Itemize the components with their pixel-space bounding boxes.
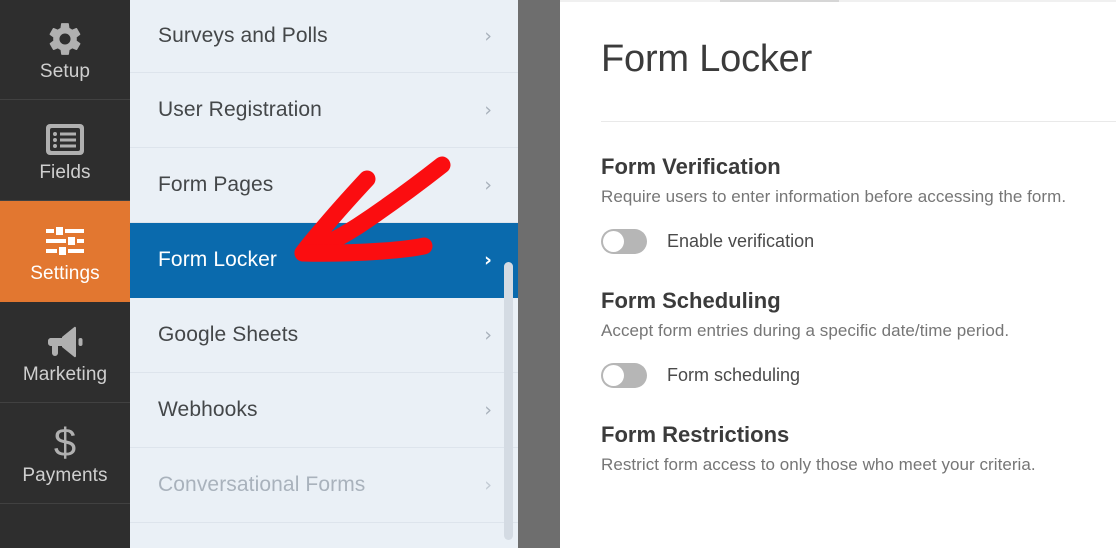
section-form-verification: Form Verification Require users to enter… <box>601 154 1116 254</box>
form-scheduling-row: Form scheduling <box>601 363 1116 388</box>
settings-item-form-pages[interactable]: Form Pages › <box>130 148 518 223</box>
chevron-right-icon: › <box>484 248 492 271</box>
content-top-border-highlight <box>720 0 839 2</box>
sliders-icon <box>44 220 86 262</box>
title-divider <box>601 121 1116 122</box>
sidebar-item-payments[interactable]: $ Payments <box>0 403 130 504</box>
sidebar-item-label: Marketing <box>22 363 108 385</box>
section-heading: Form Verification <box>601 154 781 179</box>
settings-item-webhooks[interactable]: Webhooks › <box>130 373 518 448</box>
scrollbar-thumb[interactable] <box>504 262 513 540</box>
toggle-knob <box>603 365 624 386</box>
settings-item-label: Google Sheets <box>158 323 299 346</box>
sidebar-item-settings[interactable]: Settings <box>0 201 130 302</box>
svg-text:$: $ <box>54 422 76 464</box>
megaphone-icon <box>45 321 85 363</box>
settings-panel-scrollbar[interactable] <box>504 0 513 548</box>
settings-nav-list: Surveys and Polls › User Registration › … <box>130 0 518 548</box>
enable-verification-toggle[interactable] <box>601 229 647 254</box>
chevron-right-icon: › <box>484 98 492 121</box>
chevron-right-icon: › <box>484 24 492 47</box>
form-locker-settings-content: Form Locker Form Verification Require us… <box>560 0 1116 548</box>
form-scheduling-toggle[interactable] <box>601 363 647 388</box>
gear-icon <box>46 18 84 60</box>
settings-item-user-registration[interactable]: User Registration › <box>130 73 518 148</box>
sidebar-item-label: Payments <box>22 464 108 486</box>
dollar-icon: $ <box>50 422 80 464</box>
settings-item-label: Form Locker <box>158 248 277 271</box>
section-description: Restrict form access to only those who m… <box>601 455 1036 474</box>
enable-verification-row: Enable verification <box>601 229 1116 254</box>
settings-list-tail <box>130 523 518 548</box>
settings-item-google-sheets[interactable]: Google Sheets › <box>130 298 518 373</box>
toggle-knob <box>603 231 624 252</box>
sidebar-item-label: Setup <box>39 61 91 82</box>
settings-item-label: User Registration <box>158 98 322 121</box>
section-heading: Form Scheduling <box>601 288 781 313</box>
chevron-right-icon: › <box>484 473 492 496</box>
settings-item-label: Conversational Forms <box>158 473 366 496</box>
sidebar-item-fields[interactable]: Fields <box>0 100 130 201</box>
chevron-right-icon: › <box>484 398 492 421</box>
chevron-right-icon: › <box>484 323 492 346</box>
section-description: Accept form entries during a specific da… <box>601 321 1010 340</box>
builder-left-sidebar: Setup Fields Settings Marketing $ Paymen… <box>0 0 130 548</box>
section-form-restrictions: Form Restrictions Restrict form access t… <box>601 422 1116 475</box>
sidebar-item-setup[interactable]: Setup <box>0 0 130 100</box>
content-top-border <box>560 0 1116 2</box>
chevron-right-icon: › <box>484 173 492 196</box>
settings-item-label: Webhooks <box>158 398 258 421</box>
settings-item-conversational-forms[interactable]: Conversational Forms › <box>130 448 518 523</box>
sidebar-item-marketing[interactable]: Marketing <box>0 302 130 403</box>
settings-item-label: Form Pages <box>158 173 274 196</box>
sidebar-item-label: Settings <box>30 262 100 284</box>
settings-item-surveys-and-polls[interactable]: Surveys and Polls › <box>130 0 518 73</box>
settings-item-label: Surveys and Polls <box>158 24 328 47</box>
section-heading: Form Restrictions <box>601 422 790 447</box>
settings-item-form-locker[interactable]: Form Locker › <box>130 223 518 298</box>
toggle-label: Form scheduling <box>667 365 801 385</box>
settings-nav-panel: Surveys and Polls › User Registration › … <box>130 0 518 548</box>
form-list-icon <box>45 119 85 161</box>
section-description: Require users to enter information befor… <box>601 187 1067 206</box>
wpforms-form-builder: Setup Fields Settings Marketing $ Paymen… <box>0 0 1116 548</box>
panel-divider-gutter <box>518 0 560 548</box>
section-form-scheduling: Form Scheduling Accept form entries duri… <box>601 288 1116 388</box>
toggle-label: Enable verification <box>667 231 815 251</box>
sidebar-item-label: Fields <box>39 161 91 183</box>
page-title: Form Locker <box>601 38 813 80</box>
